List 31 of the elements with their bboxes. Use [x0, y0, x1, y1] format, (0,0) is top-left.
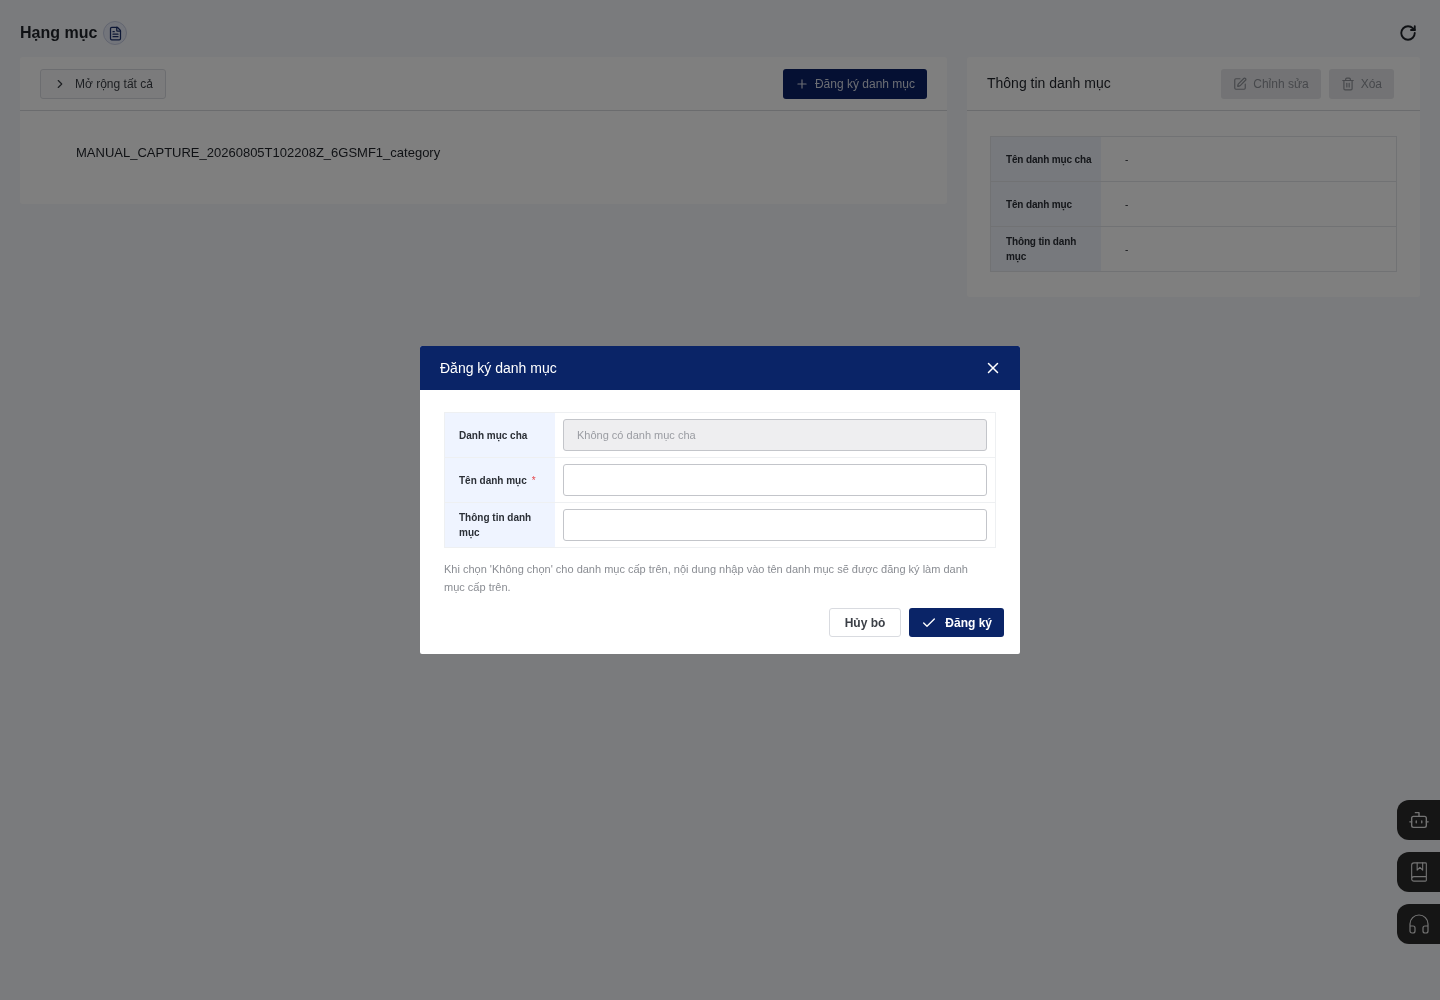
detail-label-cell: Tên danh mục	[991, 182, 1101, 226]
plus-icon	[794, 76, 809, 91]
expand-all-button[interactable]: Mở rộng tất cả	[40, 68, 166, 99]
field-label: Tên danh mục	[459, 473, 527, 488]
field-label: Danh mục cha	[459, 428, 528, 443]
guide-button[interactable]	[1397, 852, 1440, 892]
detail-value-cell-text: -	[1124, 152, 1130, 167]
required-mark: *	[531, 473, 536, 488]
detail-label-cell: Tên danh mục cha	[991, 137, 1101, 181]
detail-value-cell-text: -	[1124, 242, 1130, 257]
register-category-button[interactable]: Đăng ký danh mục	[782, 68, 927, 99]
robot-icon	[1407, 809, 1430, 831]
text-input[interactable]	[563, 509, 987, 541]
cancel-button[interactable]: Hủy bỏ	[828, 608, 902, 637]
document-icon[interactable]	[103, 21, 128, 45]
tree-item[interactable]: MANUAL_CAPTURE_20260805T102208Z_6GSMF1_category	[76, 145, 441, 161]
page-title: Hạng mục	[20, 23, 98, 43]
trash-icon	[1340, 76, 1355, 91]
register-button[interactable]: Đăng ký	[909, 608, 1004, 637]
edit-icon	[1233, 76, 1248, 91]
panel-title: Thông tin danh mục	[987, 74, 1111, 93]
headset-icon	[1406, 912, 1431, 936]
detail-value-cell-text: -	[1124, 197, 1130, 212]
dialog-title: Đăng ký danh mục	[440, 358, 557, 378]
field-label: Thông tin danh mục	[459, 511, 533, 540]
detail-label-cell: Thông tin danh mục	[991, 227, 1101, 271]
chatbot-button[interactable]	[1397, 800, 1440, 840]
refresh-icon[interactable]	[1399, 24, 1417, 42]
text-input[interactable]	[563, 464, 987, 496]
help-text: Khi chọn 'Không chọn' cho danh mục cấp trên, nội dung nhập vào tên danh mục sẽ được đăng ký làm danh mục cấp trên.	[444, 562, 969, 595]
support-button[interactable]	[1397, 904, 1440, 944]
